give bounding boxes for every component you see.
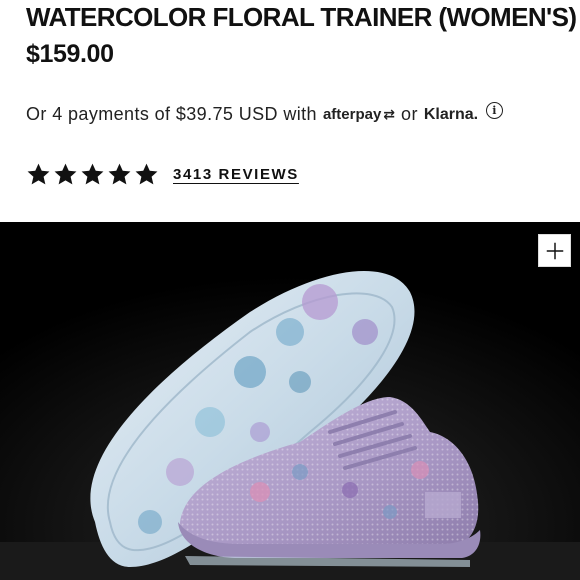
info-icon[interactable]: i (486, 102, 504, 119)
afterpay-logo[interactable]: afterpay ⇄ (323, 106, 395, 123)
star-icon (54, 163, 77, 185)
klarna-logo[interactable]: Klarna. (424, 106, 478, 124)
product-price: $159.00 (26, 40, 114, 68)
star-icon (135, 163, 158, 185)
afterpay-icon: ⇄ (383, 106, 396, 122)
payments-or: or (401, 104, 418, 124)
star-icon (108, 163, 131, 185)
star-icon (27, 163, 50, 185)
star-icon (81, 163, 104, 185)
payments-text: Or 4 payments of $39.75 USD with (26, 104, 317, 124)
product-rating: 3413 REVIEWS (26, 162, 299, 187)
product-image[interactable] (0, 222, 580, 580)
reviews-link[interactable]: 3413 REVIEWS (173, 166, 299, 183)
star-rating (26, 162, 159, 187)
product-info-panel: WATERCOLOR FLORAL TRAINER (WOMEN'S) $159… (0, 0, 580, 222)
installment-payments: Or 4 payments of $39.75 USD with afterpa… (26, 102, 504, 125)
plus-icon (546, 242, 563, 259)
zoom-button[interactable] (538, 234, 571, 267)
product-title: WATERCOLOR FLORAL TRAINER (WOMEN'S) (26, 2, 577, 32)
shoe-image (0, 222, 580, 580)
afterpay-label: afterpay (322, 106, 382, 123)
